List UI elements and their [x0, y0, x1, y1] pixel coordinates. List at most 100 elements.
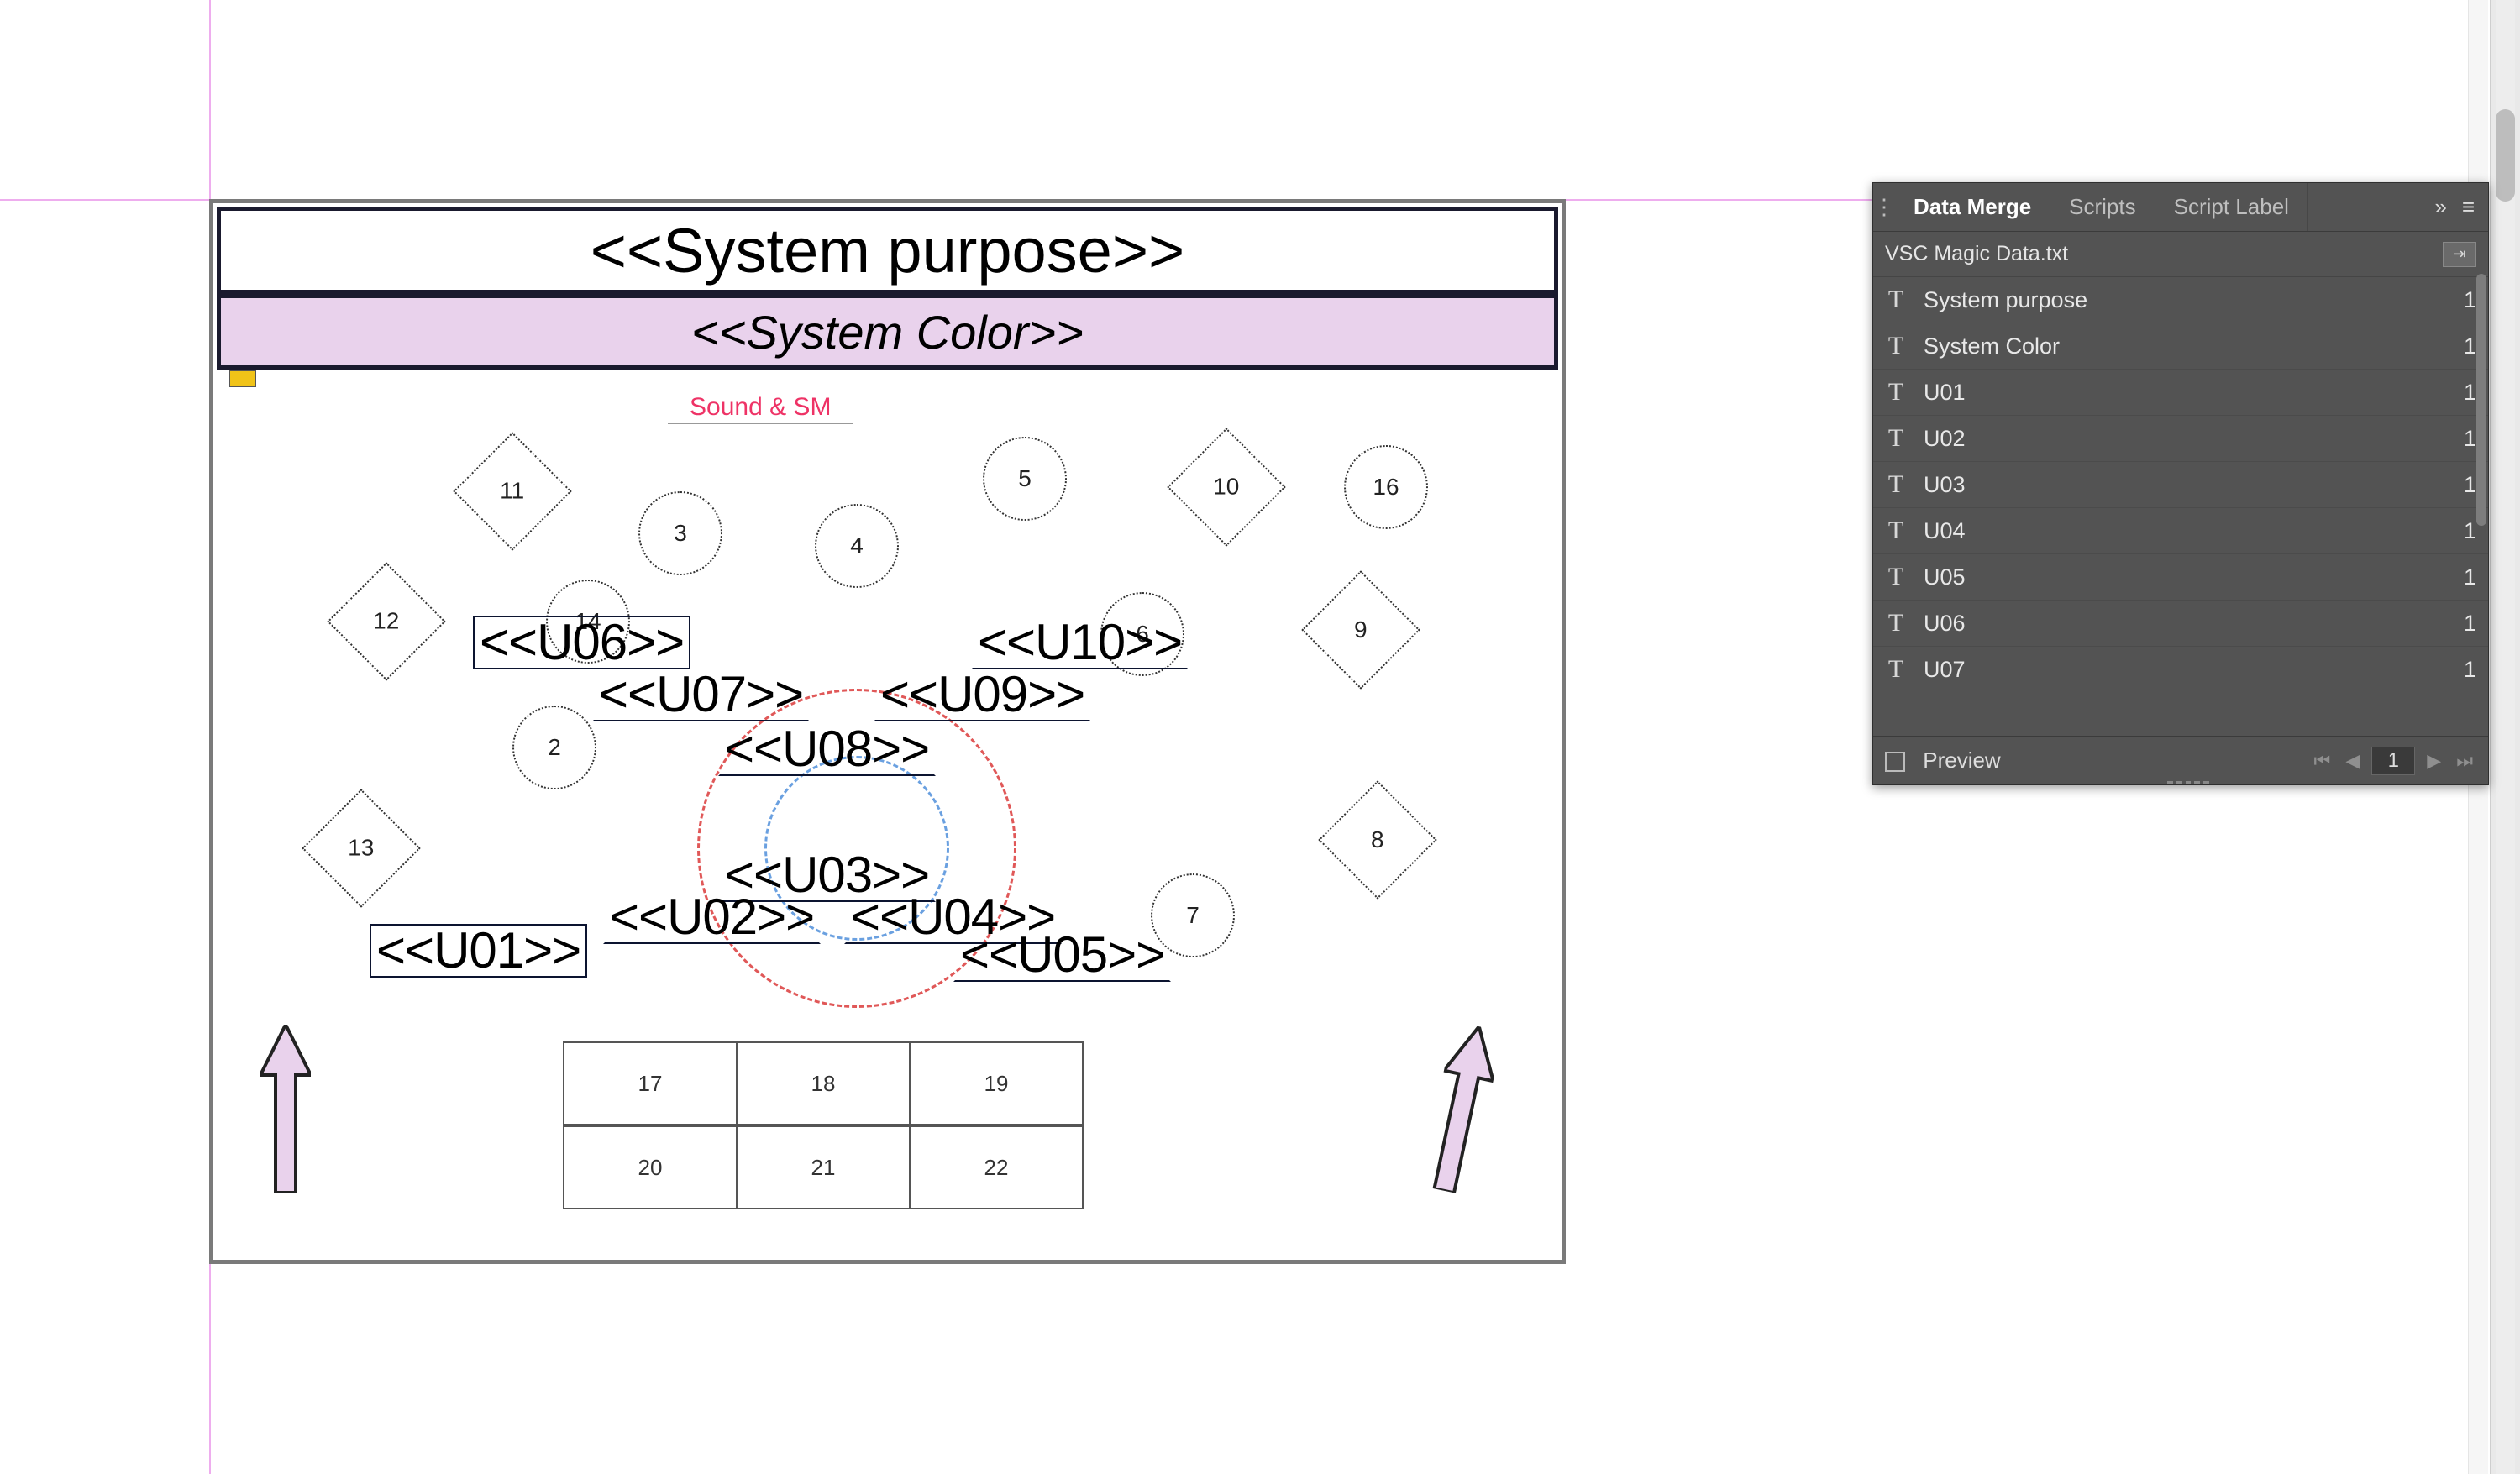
text-frame-u06[interactable]: <<U06>> [473, 616, 690, 669]
panel-resize-grip-icon[interactable] [2167, 781, 2209, 789]
arrow-up-left-icon [260, 1025, 311, 1193]
panel-footer: Preview ⏮ ◀ 1 ▶ ⏭ [1873, 736, 2488, 784]
table-3: 3 [638, 491, 722, 575]
tab-data-merge[interactable]: Data Merge [1895, 183, 2050, 231]
data-source-filename: VSC Magic Data.txt [1885, 242, 2068, 266]
placeholder-text: <<U10>> [978, 614, 1182, 670]
table-label: 3 [674, 520, 687, 547]
nav-first-button[interactable]: ⏮ [2311, 747, 2334, 775]
field-row[interactable]: TU011 [1873, 370, 2488, 416]
back-tables-row-2: 20 21 22 [563, 1125, 1084, 1209]
placeholder-text: <<U09>> [880, 666, 1084, 722]
table-label: 21 [811, 1155, 836, 1181]
field-name: U02 [1924, 426, 1966, 452]
tab-label: Script Label [2174, 194, 2289, 220]
panel-scrollbar-thumb[interactable] [2476, 274, 2486, 526]
field-row[interactable]: TSystem purpose1 [1873, 277, 2488, 323]
table-12: 12 [327, 562, 445, 680]
table-21: 21 [738, 1127, 911, 1208]
field-row[interactable]: T U03 1 [1873, 462, 2488, 508]
panel-menu-icon[interactable]: ≡ [2462, 194, 2475, 220]
field-count: 1 [2464, 287, 2476, 313]
tab-label: Scripts [2069, 194, 2135, 220]
table-2: 2 [512, 706, 596, 789]
data-source-options-button[interactable]: ⇥ [2443, 242, 2476, 267]
field-row[interactable]: TU051 [1873, 554, 2488, 601]
text-frame-u02[interactable]: <<U02>> [603, 890, 821, 944]
field-count: 1 [2464, 472, 2476, 498]
table-19: 19 [911, 1043, 1082, 1124]
title-text-frame[interactable]: <<System purpose>> [217, 207, 1558, 294]
field-row[interactable]: TU071 [1873, 647, 2488, 680]
text-field-icon: T [1885, 517, 1907, 545]
tab-label: Data Merge [1914, 194, 2031, 220]
placeholder-text: <<U07>> [599, 666, 803, 722]
placeholder-text: <<U08>> [725, 721, 929, 777]
arrow-up-right-icon [1420, 1021, 1504, 1196]
scrollbar-track [2496, 0, 2515, 1474]
tab-script-label[interactable]: Script Label [2155, 183, 2308, 231]
subtitle-placeholder-text: <<System Color>> [691, 305, 1084, 359]
table-9: 9 [1301, 570, 1420, 689]
nav-prev-button[interactable]: ◀ [2342, 747, 2363, 775]
nav-page-field[interactable]: 1 [2371, 747, 2415, 775]
text-field-icon: T [1885, 563, 1907, 591]
placeholder-text: <<U02>> [610, 889, 814, 945]
data-merge-panel[interactable]: ⋮ Data Merge Scripts Script Label » ≡ VS… [1872, 182, 2489, 785]
preview-toggle[interactable]: Preview [1885, 747, 2001, 774]
field-count: 1 [2464, 426, 2476, 452]
field-count: 1 [2464, 564, 2476, 590]
field-row[interactable]: TU061 [1873, 601, 2488, 647]
subtitle-text-frame[interactable]: <<System Color>> [217, 294, 1558, 370]
field-name: U07 [1924, 657, 1966, 681]
panel-tab-row: ⋮ Data Merge Scripts Script Label » ≡ [1873, 183, 2488, 232]
text-frame-u08[interactable]: <<U08>> [718, 722, 936, 776]
table-label: 10 [1213, 474, 1239, 501]
nav-last-button[interactable]: ⏭ [2453, 747, 2476, 775]
vertical-scrollbar[interactable] [2490, 0, 2520, 1474]
panel-collapse-icon[interactable]: » [2434, 194, 2446, 220]
field-name: U04 [1924, 518, 1966, 544]
table-label: 17 [638, 1071, 663, 1097]
title-placeholder-text: <<System purpose>> [591, 215, 1185, 286]
table-label: 7 [1186, 902, 1200, 929]
text-frame-u09[interactable]: <<U09>> [874, 668, 1091, 721]
field-name: U01 [1924, 380, 1966, 406]
field-name: System purpose [1924, 287, 2087, 313]
field-row[interactable]: T U04 1 [1873, 508, 2488, 554]
placeholder-text: <<U06>> [480, 614, 684, 670]
text-field-icon: T [1885, 470, 1907, 499]
text-field-icon: T [1885, 609, 1907, 637]
table-13: 13 [302, 789, 420, 907]
field-count: 1 [2464, 518, 2476, 544]
text-frame-u07[interactable]: <<U07>> [592, 668, 810, 721]
table-label: 12 [373, 608, 399, 635]
field-count: 1 [2464, 611, 2476, 637]
text-field-icon: T [1885, 378, 1907, 407]
table-label: 18 [811, 1071, 836, 1097]
text-frame-u01[interactable]: <<U01>> [370, 924, 587, 978]
floor-plan-background: Sound & SM 11 3 4 5 10 16 12 14 6 9 2 13… [227, 386, 1554, 1260]
field-row[interactable]: TSystem Color1 [1873, 323, 2488, 370]
preview-checkbox[interactable] [1885, 752, 1905, 772]
table-label: 22 [984, 1155, 1009, 1181]
table-16: 16 [1344, 445, 1428, 529]
table-20: 20 [564, 1127, 738, 1208]
field-name: System Color [1924, 333, 2060, 359]
nav-next-button[interactable]: ▶ [2423, 747, 2444, 775]
table-label: 4 [850, 532, 864, 559]
field-row[interactable]: TU021 [1873, 416, 2488, 462]
panel-grip-icon[interactable]: ⋮ [1873, 183, 1895, 231]
scrollbar-thumb[interactable] [2496, 109, 2515, 202]
field-count: 1 [2464, 657, 2476, 681]
table-label: 2 [548, 734, 561, 761]
text-frame-u05[interactable]: <<U05>> [953, 928, 1171, 982]
text-frame-u10[interactable]: <<U10>> [971, 616, 1189, 669]
field-name: U03 [1924, 472, 1966, 498]
table-4: 4 [815, 504, 899, 588]
table-label: 13 [348, 835, 374, 862]
table-18: 18 [738, 1043, 911, 1124]
field-list[interactable]: TSystem purpose1TSystem Color1TU011TU021… [1873, 277, 2488, 680]
tab-scripts[interactable]: Scripts [2050, 183, 2155, 231]
overset-text-indicator-icon[interactable] [229, 370, 256, 387]
